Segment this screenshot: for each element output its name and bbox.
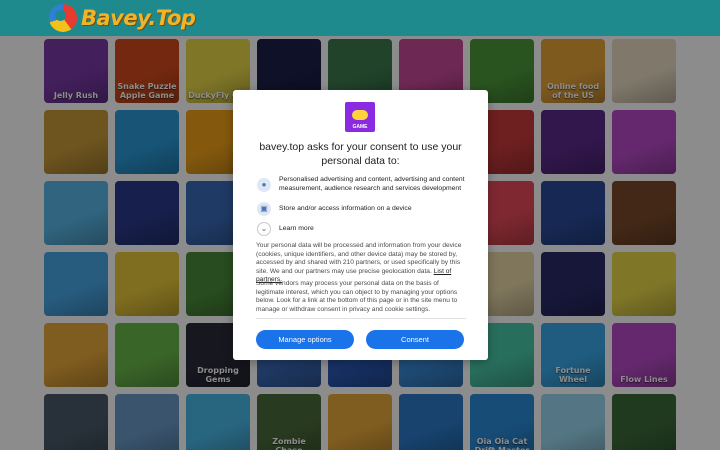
chevron-down-icon: ⌄ bbox=[257, 222, 271, 236]
purpose-text: Personalised advertising and content, ad… bbox=[279, 176, 465, 192]
purpose-text: Store and/or access information on a dev… bbox=[279, 204, 412, 212]
legitimate-interest-paragraph: Some vendors may process your personal d… bbox=[256, 280, 458, 313]
consent-button[interactable]: Consent bbox=[366, 330, 464, 349]
learn-more-label: Learn more bbox=[279, 224, 314, 232]
logo-caption: GAME bbox=[352, 124, 368, 130]
consent-dialog: GAME bavey.top asks for your consent to … bbox=[233, 90, 488, 360]
logo-mark-icon bbox=[49, 4, 77, 32]
site-game-logo-icon: GAME bbox=[345, 102, 375, 132]
logo-text: Bavey.Top bbox=[81, 6, 196, 30]
consent-paragraph-text: Your personal data will be processed and… bbox=[256, 242, 462, 275]
manage-options-button[interactable]: Manage options bbox=[256, 330, 354, 349]
consent-title: bavey.top asks for your consent to use y… bbox=[259, 141, 462, 167]
user-icon: ● bbox=[257, 177, 271, 192]
site-logo[interactable]: Bavey.Top bbox=[49, 3, 196, 33]
purpose-item: ▣ Store and/or access information on a d… bbox=[257, 202, 470, 216]
consent-paragraph: Your personal data will be processed and… bbox=[256, 242, 466, 285]
divider bbox=[256, 318, 466, 319]
site-header: Bavey.Top bbox=[0, 0, 720, 36]
purpose-item: ● Personalised advertising and content, … bbox=[257, 176, 470, 193]
device-icon: ▣ bbox=[257, 202, 271, 216]
learn-more-toggle[interactable]: ⌄ Learn more bbox=[257, 222, 470, 236]
